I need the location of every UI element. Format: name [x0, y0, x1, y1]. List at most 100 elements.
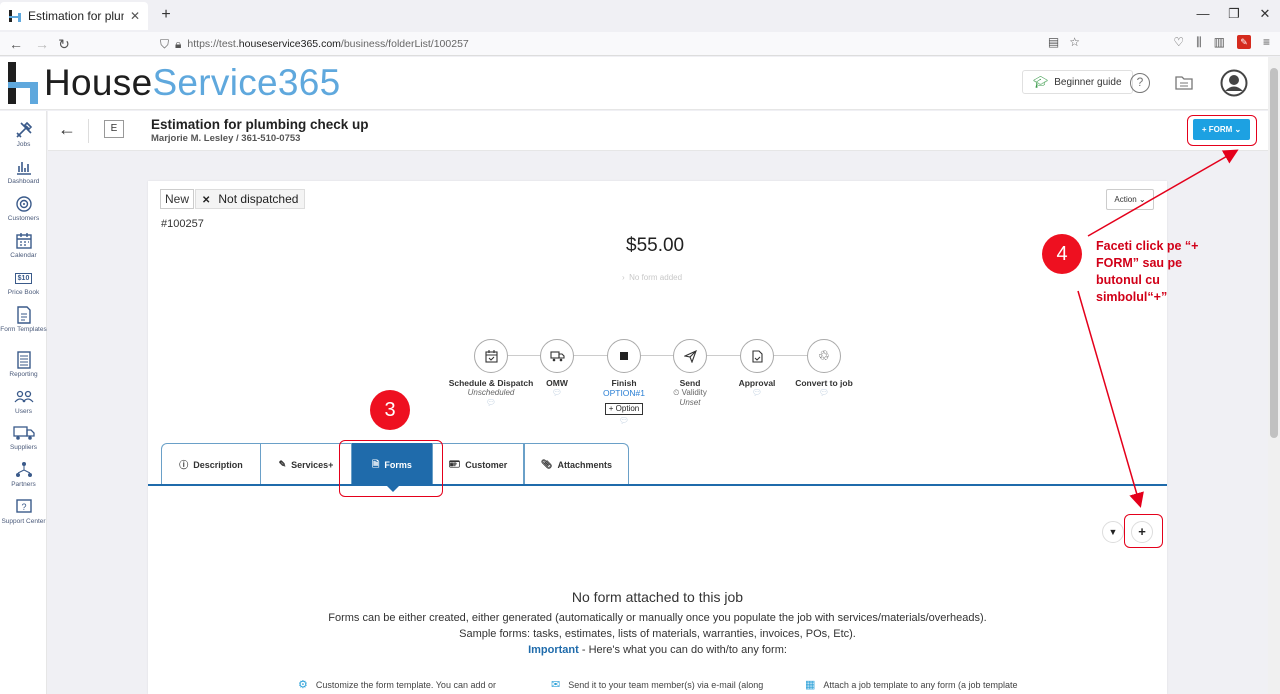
reload-icon[interactable]: ↻	[54, 35, 74, 53]
grid-icon: ▦	[805, 679, 816, 691]
sidebar-item-suppliers[interactable]: Suppliers	[0, 422, 47, 452]
scrollbar-thumb[interactable]	[1270, 68, 1278, 438]
feature-send: ✉ Send it to your team member(s) via e-ma…	[551, 679, 764, 691]
users-icon	[14, 390, 33, 403]
status-new-badge[interactable]: New	[160, 189, 195, 209]
minimize-icon[interactable]: —	[1188, 6, 1218, 21]
comment-icon[interactable]: 💬︎	[446, 398, 536, 408]
document-check-icon	[740, 339, 774, 373]
comment-icon[interactable]: 💬︎	[779, 388, 869, 398]
new-tab-icon[interactable]: +	[156, 6, 176, 24]
bookmark-star-icon[interactable]: ☆	[1069, 35, 1080, 49]
sidebar-item-customers[interactable]: Customers	[0, 193, 47, 223]
clock-icon: ⏲︎	[673, 388, 680, 397]
user-avatar-icon[interactable]	[1220, 69, 1248, 97]
divider	[88, 119, 89, 143]
tab-description[interactable]: ⓘ Description	[161, 443, 261, 485]
forward-icon[interactable]: →	[32, 35, 52, 53]
envelope-icon: ✉	[551, 679, 561, 691]
library-icon[interactable]: ⫼	[1196, 35, 1202, 50]
bar-chart-icon	[16, 162, 31, 175]
feature-customize: ⚙ Customize the form template. You can ad…	[298, 679, 496, 691]
sidebar-item-dashboard[interactable]: Dashboard	[0, 156, 47, 186]
action-dropdown-button[interactable]: Action ⌄	[1106, 189, 1154, 210]
beginner-guide-button[interactable]: 🎓︎ Beginner guide	[1022, 70, 1133, 94]
job-total-price: $55.00	[626, 235, 685, 256]
truck-icon	[12, 426, 35, 440]
comment-icon[interactable]: 💬︎	[579, 416, 669, 426]
annotation-step-3: 3	[370, 390, 410, 430]
help-icon[interactable]: ?	[1130, 73, 1150, 93]
back-arrow-icon[interactable]: ←	[58, 119, 76, 140]
empty-state-important: Important - Here's what you can do with/…	[528, 644, 787, 656]
sidebar-toggle-icon[interactable]: ▥	[1214, 35, 1225, 50]
tab-attachments[interactable]: 📎︎ Attachments	[524, 443, 629, 485]
close-tab-icon[interactable]: ✕	[130, 9, 140, 23]
svg-text:?: ?	[21, 502, 26, 512]
annotation-highlight-form-button	[1187, 115, 1257, 146]
sidebar-item-users[interactable]: Users	[0, 386, 47, 416]
network-icon	[15, 462, 32, 477]
sidebar-item-calendar[interactable]: Calendar	[0, 230, 47, 260]
step-convert-to-job[interactable]: ♲ Convert to job 💬︎	[779, 339, 869, 398]
shield-icon[interactable]: ⛉	[160, 37, 169, 52]
app-header: HouseService365 🎓︎ Beginner guide ?	[0, 57, 1268, 110]
brand-logo[interactable]: HouseService365	[6, 61, 341, 105]
annotation-step-4: 4	[1042, 234, 1082, 274]
annotation-highlight-forms-tab	[339, 440, 443, 497]
close-window-icon[interactable]: ✕	[1250, 6, 1280, 22]
calendar-icon	[15, 233, 32, 249]
gear-icon: ⚙	[298, 679, 308, 691]
report-icon	[16, 351, 31, 369]
menu-icon[interactable]: ≡	[1263, 35, 1270, 50]
stop-icon	[607, 339, 641, 373]
sidebar-item-support-center[interactable]: ? Support Center	[0, 496, 47, 526]
wrench-icon: ✎	[278, 459, 287, 469]
annotation-instruction: Faceti click pe “+ FORM” sau pe butonul …	[1096, 239, 1199, 304]
sidebar-item-form-templates[interactable]: Form Templates	[0, 304, 47, 334]
filter-icon[interactable]: ▼	[1102, 521, 1124, 543]
browser-tab[interactable]: Estimation for plumbing check ✕	[0, 2, 148, 30]
support-icon: ?	[15, 499, 32, 513]
tabs-underline	[148, 484, 1167, 486]
chevron-right-icon: ›	[622, 273, 625, 282]
info-icon: ⓘ	[179, 460, 189, 470]
sidebar: Jobs Dashboard Customers Calendar $10 Pr…	[0, 111, 47, 694]
dispatch-status-badge[interactable]: ✕ Not dispatched	[195, 189, 306, 209]
tab-customer[interactable]: 🪪︎ Customer	[432, 443, 524, 485]
folder-icon[interactable]	[1175, 75, 1193, 90]
back-icon[interactable]: ←	[6, 35, 26, 53]
sidebar-item-jobs[interactable]: Jobs	[0, 119, 47, 149]
close-icon: ✕	[202, 195, 211, 206]
sidebar-item-partners[interactable]: Partners	[0, 459, 47, 489]
feature-attach-template: ▦ Attach a job template to any form (a jo…	[805, 679, 1018, 691]
job-card: New ✕ Not dispatched #100257 Action ⌄ $55…	[148, 181, 1167, 694]
recycle-icon: ♲	[807, 339, 841, 373]
truck-icon	[540, 339, 574, 373]
sidebar-item-price-book[interactable]: $10 Price Book	[0, 267, 47, 297]
target-icon	[15, 196, 32, 212]
paper-plane-icon	[673, 339, 707, 373]
page-header-bar: ← E Estimation for plumbing check up Mar…	[48, 111, 1268, 151]
restore-icon[interactable]: ❐	[1219, 6, 1249, 22]
tab-title: Estimation for plumbing check	[28, 9, 124, 23]
page-title: Estimation for plumbing check up	[151, 117, 369, 132]
id-card-icon: 🪪︎	[448, 459, 461, 469]
logo-word-house: House	[44, 62, 153, 103]
sidebar-item-reporting[interactable]: Reporting	[0, 349, 47, 379]
lock-icon[interactable]: 🔒︎	[175, 37, 181, 52]
graduation-cap-icon: 🎓︎	[1033, 75, 1049, 89]
pocket-icon[interactable]: ♡	[1173, 35, 1184, 50]
reader-view-icon[interactable]: ▤	[1048, 35, 1059, 49]
url-text: https://test.houseservice365.com/busines…	[187, 38, 469, 50]
add-option-button[interactable]: + Option	[604, 403, 644, 415]
job-number: #100257	[161, 218, 204, 230]
browser-toolbar-icons: ♡ ⫼ ▥ ✎ ≡	[1173, 35, 1270, 50]
estimate-type-badge: E	[104, 120, 124, 138]
beginner-guide-label: Beginner guide	[1054, 76, 1122, 88]
logo-word-service: Service365	[152, 62, 341, 103]
url-bar[interactable]: ⛉ 🔒︎ https://test.houseservice365.com/bu…	[150, 34, 1080, 54]
browser-tab-bar: Estimation for plumbing check ✕ + — ❐ ✕	[0, 0, 1280, 32]
no-form-hint: › No form added	[622, 273, 683, 282]
extension-icon[interactable]: ✎	[1236, 35, 1251, 49]
